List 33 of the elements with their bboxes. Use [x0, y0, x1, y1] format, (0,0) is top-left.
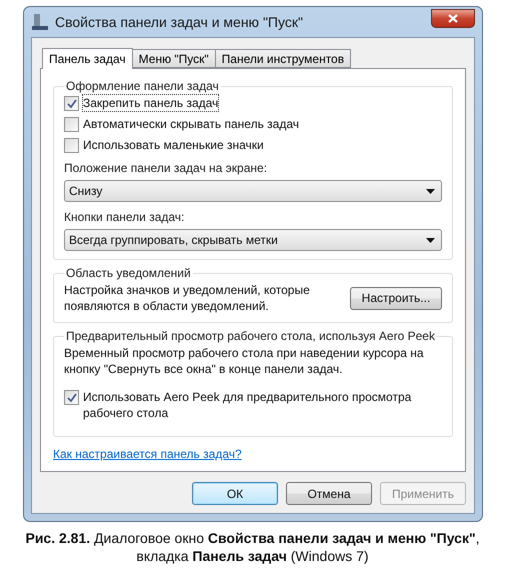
dialog-button[interactable]: Отмена: [286, 482, 372, 505]
dropdown[interactable]: Снизу: [64, 180, 442, 202]
group-title: Оформление панели задач: [65, 79, 220, 93]
caret-icon: [426, 188, 435, 194]
customize-button[interactable]: Настроить...: [350, 286, 442, 310]
checkbox-label: Использовать маленькие значки: [83, 137, 264, 153]
figure-caption: Рис. 2.81. Диалоговое окно Свойства панели задач и меню "Пуск", вкладка Панель задач (Windows 7): [24, 529, 480, 565]
close-button[interactable]: [431, 8, 475, 28]
field-label: Кнопки панели задач:: [64, 210, 186, 224]
checkbox[interactable]: [64, 96, 79, 111]
checkbox[interactable]: [64, 117, 79, 132]
caret-icon: [426, 238, 435, 242]
window-title: Свойства панели задач и меню "Пуск": [55, 14, 304, 30]
field-label: Положение панели задач на экране:: [64, 161, 268, 175]
checkbox-label: Использовать Aero Peek для предварительного просмотра рабочего стола: [83, 389, 412, 421]
tab[interactable]: Панели инструментов: [214, 49, 352, 68]
group-title: Область уведомлений: [65, 266, 192, 280]
checkbox-label: Автоматически скрывать панель задач: [83, 116, 300, 132]
checkmark-icon: [66, 392, 76, 402]
help-link[interactable]: Как настраивается панель задач?: [53, 447, 242, 461]
dialog-button[interactable]: ОК: [192, 482, 278, 505]
checkmark-icon: [66, 98, 76, 108]
checkbox-label: Закрепить панель задач: [83, 95, 218, 111]
close-icon: [448, 14, 458, 22]
group-title: Предварительный просмотр рабочего стола, используя Aero Peek: [65, 329, 436, 343]
dropdown[interactable]: Всегда группировать, скрывать метки: [64, 229, 442, 251]
checkbox[interactable]: [64, 390, 79, 405]
tab[interactable]: Панель задач: [42, 48, 133, 69]
description-text: Временный просмотр рабочего стола при наведении курсора на кнопку "Свернуть все окна" в конце панели задач.: [64, 345, 425, 377]
tab[interactable]: Меню "Пуск": [132, 49, 216, 68]
app-icon: [31, 13, 49, 31]
description-text: Настройка значков и уведомлений, которые появляются в области уведомлений.: [64, 282, 311, 314]
checkbox[interactable]: [64, 138, 79, 153]
